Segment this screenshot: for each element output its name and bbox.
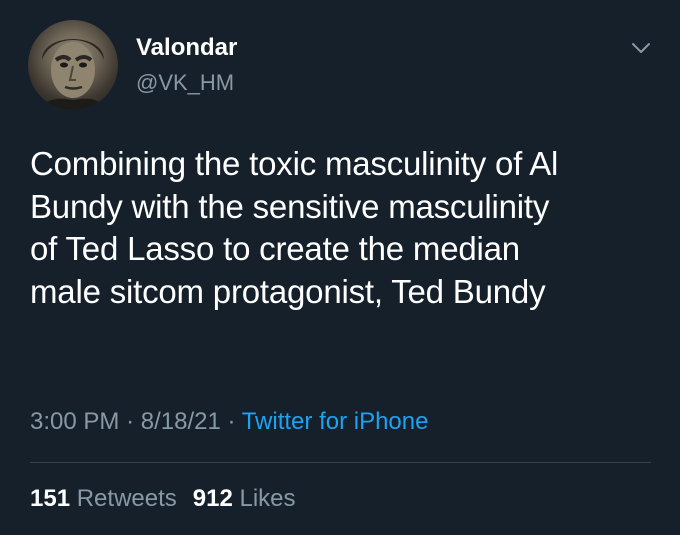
- chevron-down-icon[interactable]: [628, 38, 654, 58]
- tweet-text: Combining the toxic masculinity of Al Bu…: [30, 143, 660, 313]
- likes-count: 912: [192, 485, 233, 512]
- meta-separator: ·: [227, 408, 236, 435]
- tweet-time[interactable]: 3:00 PM: [30, 408, 119, 435]
- tweet-stats: 151 Retweets 912 Likes: [30, 487, 296, 511]
- avatar[interactable]: [28, 20, 118, 110]
- retweets-count: 151: [30, 485, 71, 512]
- tweet-metadata: 3:00 PM · 8/18/21 · Twitter for iPhone: [30, 410, 428, 434]
- likes-stat[interactable]: 912 Likes: [193, 485, 296, 512]
- retweets-label: Retweets: [76, 485, 177, 512]
- author-handle[interactable]: @VK_HM: [136, 72, 234, 94]
- divider: [30, 462, 651, 463]
- author-display-name[interactable]: Valondar: [136, 36, 237, 60]
- tweet-text-line: male sitcom protagonist, Ted Bundy: [30, 272, 546, 310]
- likes-label: Likes: [239, 485, 296, 512]
- tweet-text-line: Combining the toxic masculinity of Al: [30, 145, 559, 182]
- avatar-portrait-icon: [38, 39, 108, 110]
- retweets-stat[interactable]: 151 Retweets: [30, 485, 177, 512]
- tweet-text-line: Bundy with the sensitive masculinity: [30, 187, 550, 225]
- chevron-down-icon-glyph: [632, 43, 650, 53]
- meta-separator: ·: [126, 408, 135, 435]
- tweet-date[interactable]: 8/18/21: [141, 408, 221, 435]
- tweet-text-line: of Ted Lasso to create the median: [30, 230, 520, 268]
- tweet-card: Valondar @VK_HM Combining the toxic masc…: [0, 0, 680, 535]
- tweet-source-link[interactable]: Twitter for iPhone: [242, 408, 429, 435]
